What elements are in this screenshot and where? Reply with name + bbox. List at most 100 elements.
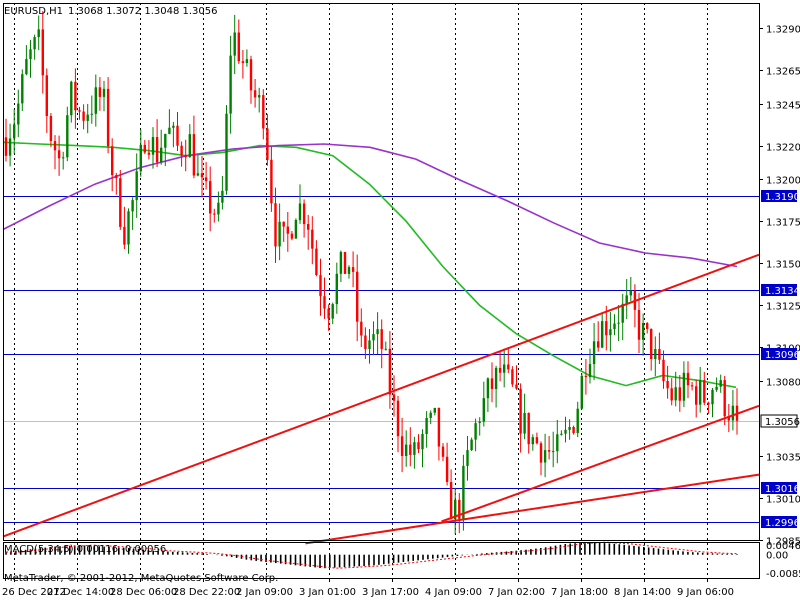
time-axis-label: 3 Jan 01:00 [299, 587, 356, 598]
price-axis-label: 1.3175 [766, 218, 800, 229]
candle-body [678, 387, 681, 401]
candle-body [172, 125, 175, 128]
candle-body [209, 181, 212, 214]
chart: 1.3290 1.3265 1.3245 1.3220 1.3200 1.3175 1.31… [0, 0, 800, 600]
candle-body [597, 341, 600, 348]
price-axis-label: 1.3265 [766, 67, 800, 78]
candle-body [200, 173, 204, 178]
candle-body [519, 388, 522, 434]
candle-body [176, 125, 179, 146]
candle-body [560, 433, 563, 435]
candle-body [356, 271, 359, 322]
time-axis-label: 28 Dec 06:00 [110, 587, 177, 598]
candle-body [462, 465, 465, 519]
candle-body [135, 171, 138, 201]
candle-body [646, 323, 649, 329]
level-price-label: 1.3134 [765, 286, 800, 297]
candle-body [437, 407, 441, 447]
time-axis-label: 3 Jan 17:00 [362, 587, 419, 598]
candle-body [94, 87, 97, 114]
candle-body [392, 394, 396, 401]
candle-body [641, 323, 645, 340]
candle-body [384, 348, 387, 350]
time-axis-label: 7 Jan 02:00 [488, 587, 545, 598]
candle-body [17, 103, 20, 125]
candle-body [629, 290, 632, 296]
candle-body [682, 372, 686, 401]
time-axis-label: 2 Jan 09:00 [236, 587, 293, 598]
candle-body [674, 387, 677, 401]
candle-body [90, 113, 93, 115]
candle-body [258, 95, 261, 98]
candle-body [690, 385, 694, 387]
time-axis-label: 28 Dec 22:00 [173, 587, 240, 598]
candle-body [143, 144, 146, 153]
candle-body [662, 359, 665, 381]
candle-body [119, 178, 122, 227]
price-axis-label: 1.3125 [766, 302, 800, 313]
chart-background [0, 0, 800, 600]
level-price-label: 1.3016 [765, 484, 800, 495]
time-axis-label: 27 Dec 14:00 [47, 587, 114, 598]
candle-body [670, 388, 673, 401]
candle-body [699, 380, 702, 405]
current-price-label: 1.3056 [765, 417, 800, 428]
candle-body [270, 159, 273, 204]
candle-body [470, 439, 473, 451]
candle-body [658, 349, 661, 360]
candle-body [584, 375, 588, 378]
candle-body [413, 442, 416, 455]
candle-body [37, 29, 40, 38]
candle-body [57, 150, 61, 159]
candle-body [478, 421, 481, 423]
candle-body [164, 133, 167, 148]
candle-body [249, 59, 253, 91]
candle-body [576, 408, 579, 433]
level-price-label: 1.2996 [765, 518, 800, 529]
candle-body [229, 55, 232, 114]
candle-body [335, 273, 338, 305]
price-axis-label: 1.3150 [766, 260, 800, 271]
candle-body [372, 334, 375, 341]
candle-body [613, 323, 616, 330]
candle-body [241, 61, 245, 63]
price-axis-label: 1.3245 [766, 101, 800, 112]
candle-body [41, 29, 44, 76]
candle-body [564, 429, 567, 434]
candle-body [396, 400, 400, 437]
candle-body [131, 200, 134, 212]
candle-body [21, 74, 24, 104]
candle-body [106, 88, 110, 147]
candle-body [8, 138, 12, 156]
candle-body [572, 427, 575, 433]
candle-body [711, 389, 714, 405]
candle-body [364, 335, 367, 349]
candle-body [237, 32, 240, 62]
candle-body [625, 295, 628, 304]
candle-body [49, 116, 53, 141]
candle-body [421, 434, 424, 450]
candle-body [74, 81, 77, 111]
candle-body [323, 296, 326, 309]
candle-body [666, 381, 669, 389]
candle-body [409, 444, 412, 455]
candle-body [204, 177, 208, 182]
candle-body [547, 450, 551, 452]
candle-body [302, 203, 306, 225]
candle-body [4, 137, 8, 156]
candle-body [543, 450, 547, 463]
candle-body [580, 375, 583, 409]
candle-body [151, 137, 155, 155]
candle-body [523, 413, 526, 434]
candle-body [319, 275, 322, 297]
candle-body [494, 367, 498, 389]
candle-body [400, 436, 404, 456]
candle-body [535, 437, 539, 444]
candle-body [262, 95, 265, 129]
candle-body [298, 203, 302, 221]
copyright-text: MetaTrader, © 2001-2012, MetaQuotes Soft… [4, 573, 278, 584]
candle-body [315, 248, 318, 275]
candle-body [498, 367, 502, 373]
macd-label: MACD(5,34,5) 0.00116 -0.00056 [4, 544, 166, 555]
candle-body [654, 349, 657, 359]
